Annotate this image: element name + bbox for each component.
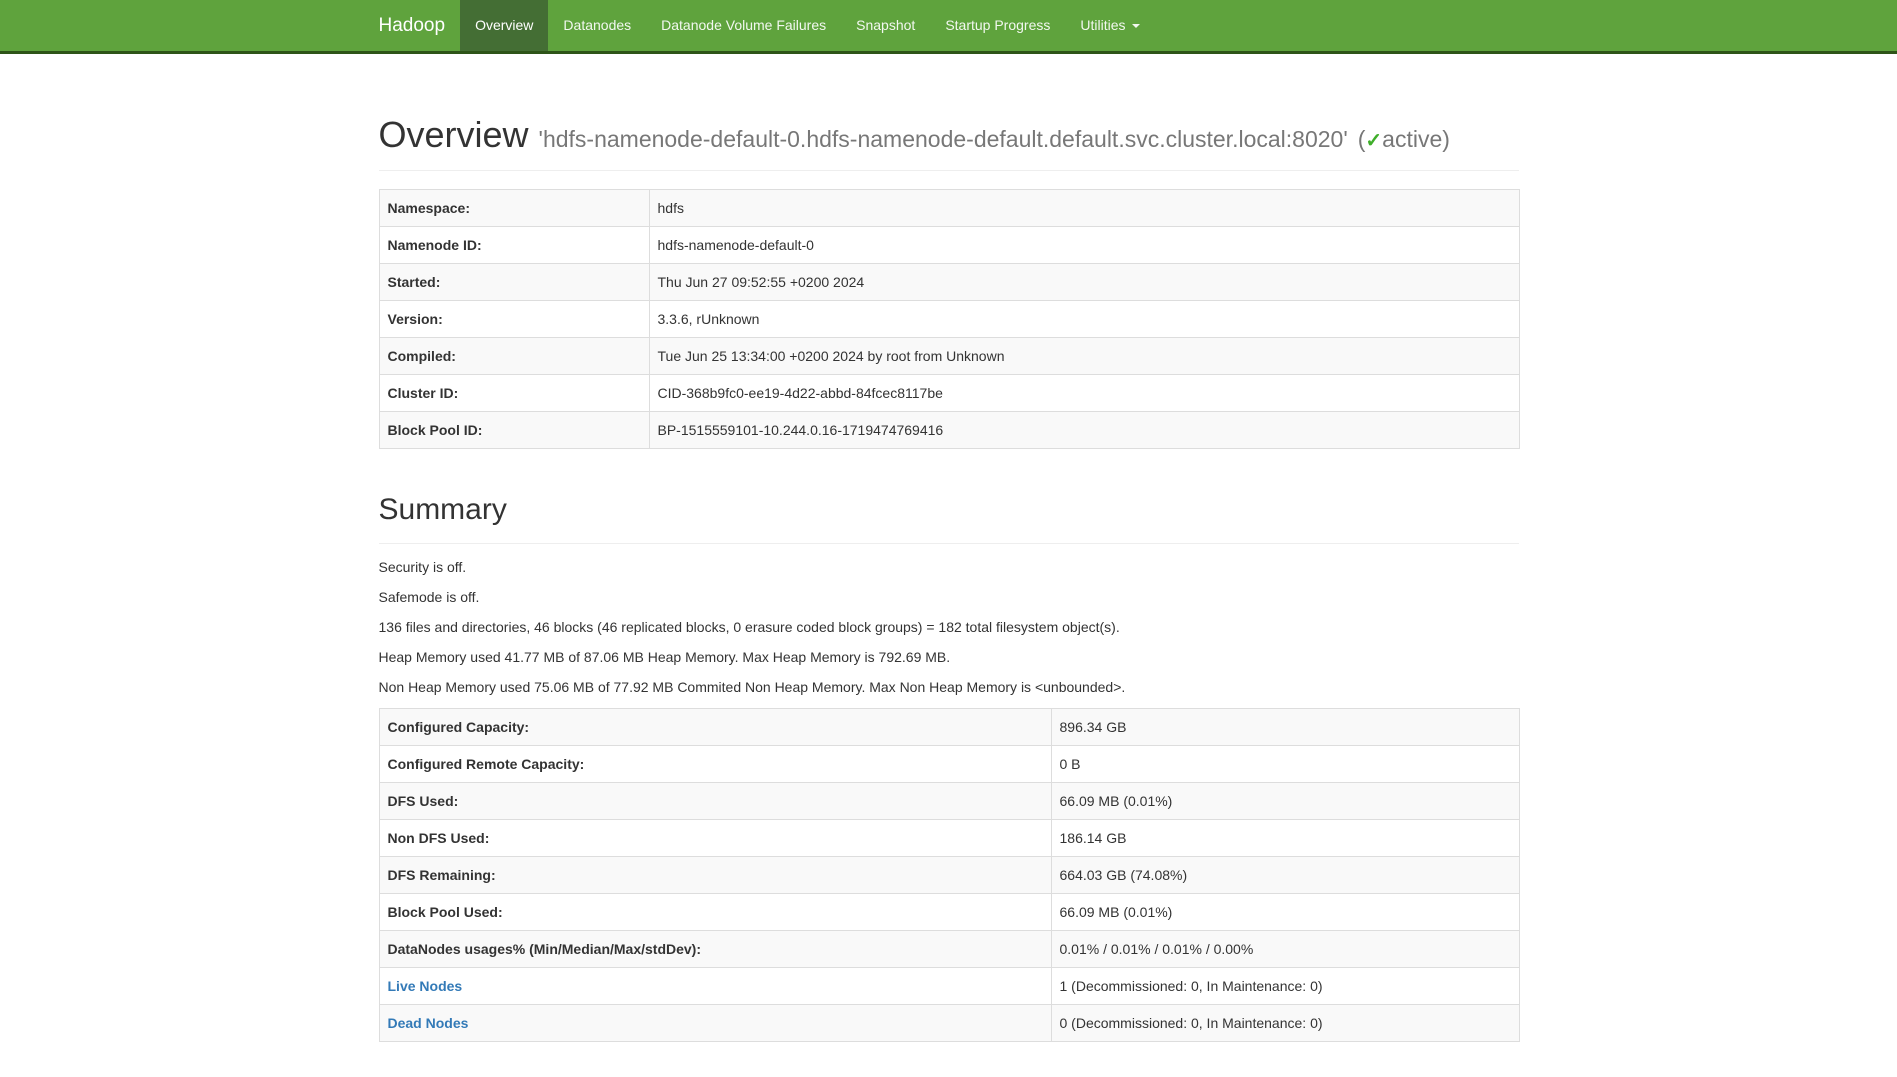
tab-datanodes: Datanodes	[548, 0, 646, 51]
overview-header: Overview 'hdfs-namenode-default-0.hdfs-n…	[379, 111, 1519, 171]
row-value: 664.03 GB (74.08%)	[1051, 857, 1519, 894]
row-label: Compiled:	[379, 337, 649, 374]
row-value: hdfs-namenode-default-0	[649, 226, 1519, 263]
table-row: Non DFS Used: 186.14 GB	[379, 820, 1519, 857]
row-value: hdfs	[649, 189, 1519, 226]
tab-startup-progress: Startup Progress	[930, 0, 1065, 51]
table-row: Version: 3.3.6, rUnknown	[379, 300, 1519, 337]
tab-snapshot: Snapshot	[841, 0, 930, 51]
row-label: Block Pool Used:	[379, 894, 1051, 931]
row-label: DFS Used:	[379, 783, 1051, 820]
row-label: Configured Remote Capacity:	[379, 746, 1051, 783]
row-label: Dead Nodes	[379, 1005, 1051, 1042]
row-value: 1 (Decommissioned: 0, In Maintenance: 0)	[1051, 968, 1519, 1005]
active-check-icon: ✓	[1365, 130, 1382, 152]
table-row: Block Pool ID: BP-1515559101-10.244.0.16…	[379, 411, 1519, 448]
row-value: 3.3.6, rUnknown	[649, 300, 1519, 337]
tab-startup-progress-link[interactable]: Startup Progress	[930, 0, 1065, 51]
table-row: Block Pool Used: 66.09 MB (0.01%)	[379, 894, 1519, 931]
navbar-menu: Overview Datanodes Datanode Volume Failu…	[460, 0, 1154, 51]
table-row: Live Nodes 1 (Decommissioned: 0, In Main…	[379, 968, 1519, 1005]
status-active-text: active)	[1382, 126, 1450, 152]
top-navbar: Hadoop Overview Datanodes Datanode Volum…	[0, 0, 1897, 54]
row-label: DFS Remaining:	[379, 857, 1051, 894]
tab-datanode-volume-failures: Datanode Volume Failures	[646, 0, 841, 51]
row-value: 66.09 MB (0.01%)	[1051, 783, 1519, 820]
row-value: 0 B	[1051, 746, 1519, 783]
row-value: CID-368b9fc0-ee19-4d22-abbd-84fcec8117be	[649, 374, 1519, 411]
summary-title: Summary	[379, 489, 1519, 532]
row-value: Tue Jun 25 13:34:00 +0200 2024 by root f…	[649, 337, 1519, 374]
row-label: Block Pool ID:	[379, 411, 649, 448]
table-row: DFS Remaining: 664.03 GB (74.08%)	[379, 857, 1519, 894]
table-row: Started: Thu Jun 27 09:52:55 +0200 2024	[379, 263, 1519, 300]
namenode-status: (✓active)	[1358, 126, 1450, 152]
live-nodes-link[interactable]: Live Nodes	[388, 978, 463, 994]
row-label: Namespace:	[379, 189, 649, 226]
row-label: DataNodes usages% (Min/Median/Max/stdDev…	[379, 931, 1051, 968]
table-row: Namespace: hdfs	[379, 189, 1519, 226]
tab-overview-link[interactable]: Overview	[460, 0, 548, 51]
row-label: Configured Capacity:	[379, 709, 1051, 746]
security-status: Security is off.	[379, 558, 1519, 578]
tab-datanodes-link[interactable]: Datanodes	[548, 0, 646, 51]
table-row: Configured Capacity: 896.34 GB	[379, 709, 1519, 746]
non-heap-memory-summary: Non Heap Memory used 75.06 MB of 77.92 M…	[379, 678, 1519, 698]
row-label: Started:	[379, 263, 649, 300]
tab-overview: Overview	[460, 0, 548, 51]
row-label: Live Nodes	[379, 968, 1051, 1005]
row-label: Cluster ID:	[379, 374, 649, 411]
table-row: Compiled: Tue Jun 25 13:34:00 +0200 2024…	[379, 337, 1519, 374]
row-label: Version:	[379, 300, 649, 337]
tab-utilities: Utilities	[1065, 0, 1154, 51]
row-value: 896.34 GB	[1051, 709, 1519, 746]
utilities-label: Utilities	[1080, 16, 1125, 36]
row-value: BP-1515559101-10.244.0.16-1719474769416	[649, 411, 1519, 448]
page-title: Overview 'hdfs-namenode-default-0.hdfs-n…	[379, 111, 1519, 160]
table-row: Configured Remote Capacity: 0 B	[379, 746, 1519, 783]
table-row: Dead Nodes 0 (Decommissioned: 0, In Main…	[379, 1005, 1519, 1042]
summary-header: Summary	[379, 489, 1519, 545]
row-label: Non DFS Used:	[379, 820, 1051, 857]
row-value: 0 (Decommissioned: 0, In Maintenance: 0)	[1051, 1005, 1519, 1042]
capacity-summary-table: Configured Capacity: 896.34 GB Configure…	[379, 708, 1520, 1042]
row-label: Namenode ID:	[379, 226, 649, 263]
row-value: 186.14 GB	[1051, 820, 1519, 857]
row-value: 0.01% / 0.01% / 0.01% / 0.00%	[1051, 931, 1519, 968]
table-row: DFS Used: 66.09 MB (0.01%)	[379, 783, 1519, 820]
main-content: Overview 'hdfs-namenode-default-0.hdfs-n…	[364, 111, 1534, 1042]
caret-down-icon	[1132, 24, 1140, 28]
filesystem-objects-summary: 136 files and directories, 46 blocks (46…	[379, 618, 1519, 638]
navbar-container: Hadoop Overview Datanodes Datanode Volum…	[364, 0, 1534, 51]
utilities-dropdown-toggle[interactable]: Utilities	[1065, 0, 1154, 51]
table-row: DataNodes usages% (Min/Median/Max/stdDev…	[379, 931, 1519, 968]
page-title-text: Overview	[379, 114, 529, 155]
safemode-status: Safemode is off.	[379, 588, 1519, 608]
row-value: Thu Jun 27 09:52:55 +0200 2024	[649, 263, 1519, 300]
namenode-address: 'hdfs-namenode-default-0.hdfs-namenode-d…	[539, 126, 1348, 152]
heap-memory-summary: Heap Memory used 41.77 MB of 87.06 MB He…	[379, 648, 1519, 668]
dead-nodes-link[interactable]: Dead Nodes	[388, 1015, 469, 1031]
table-row: Namenode ID: hdfs-namenode-default-0	[379, 226, 1519, 263]
table-row: Cluster ID: CID-368b9fc0-ee19-4d22-abbd-…	[379, 374, 1519, 411]
row-value: 66.09 MB (0.01%)	[1051, 894, 1519, 931]
namenode-info-table: Namespace: hdfs Namenode ID: hdfs-nameno…	[379, 189, 1520, 449]
tab-datanode-volume-failures-link[interactable]: Datanode Volume Failures	[646, 0, 841, 51]
brand-hadoop[interactable]: Hadoop	[364, 0, 461, 51]
tab-snapshot-link[interactable]: Snapshot	[841, 0, 930, 51]
